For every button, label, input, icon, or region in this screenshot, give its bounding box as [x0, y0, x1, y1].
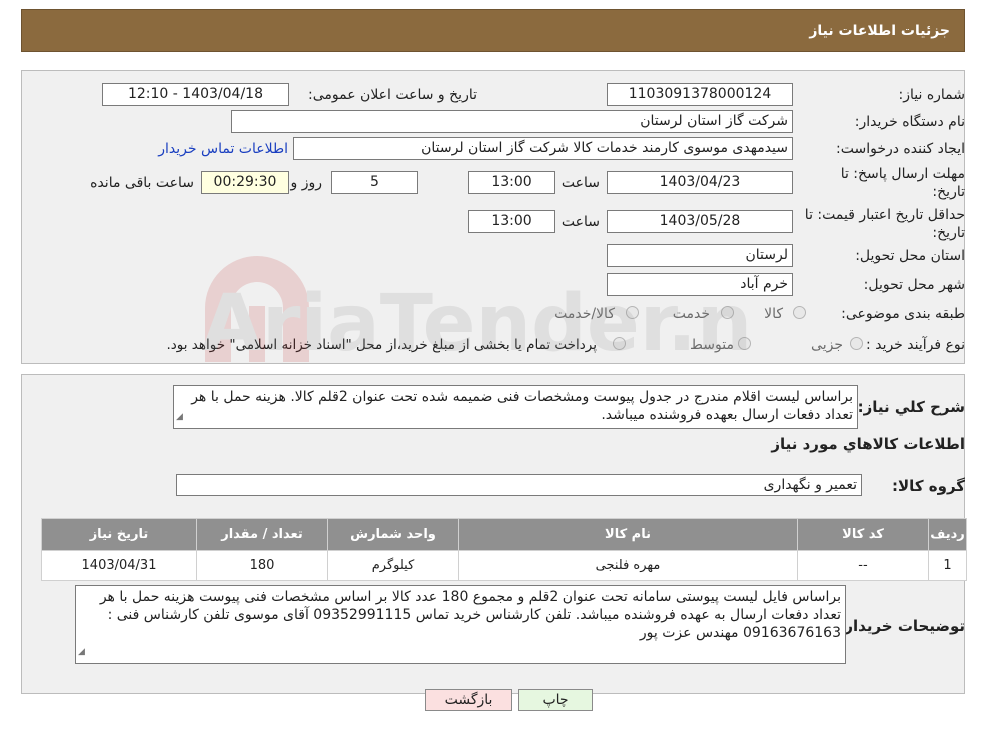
buyer-org-label: نام دستگاه خریدار: [854, 114, 965, 130]
page-title: جزئیات اطلاعات نیاز [809, 23, 950, 39]
province-field: لرستان [607, 244, 793, 267]
page-header: جزئیات اطلاعات نیاز [21, 9, 965, 52]
description-textarea[interactable]: براساس لیست اقلام مندرج در جدول پیوست وم… [173, 385, 858, 429]
buyer-notes-textarea[interactable]: براساس فایل لیست پیوستی سامانه تحت عنوان… [75, 585, 846, 664]
cell-date: 1403/04/31 [41, 550, 197, 581]
process-option-medium: متوسط [690, 337, 734, 353]
validity-label: حداقل تاریخ اعتبار قیمت: تا [804, 207, 965, 223]
category-option-goods: کالا [764, 306, 783, 322]
back-button[interactable]: بازگشت [425, 689, 512, 711]
process-radio-treasury[interactable] [613, 337, 626, 350]
goods-group-field: تعمیر و نگهداری [176, 474, 862, 496]
category-option-goods-service: کالا/خدمت [554, 306, 615, 322]
buyer-org-field: شرکت گاز استان لرستان [231, 110, 793, 133]
print-button[interactable]: چاپ [518, 689, 593, 711]
remaining-label: ساعت باقی مانده [90, 175, 194, 191]
category-radio-goods-service[interactable] [626, 306, 639, 319]
resize-grip-icon[interactable]: ◢ [78, 643, 85, 661]
col-code: کد کالا [797, 518, 929, 551]
deadline-date-field: 1403/04/23 [607, 171, 793, 194]
category-option-service: خدمت [672, 306, 710, 322]
days-label: روز و [290, 175, 323, 191]
process-radio-medium[interactable] [738, 337, 751, 350]
deadline-label-2: تاریخ: [932, 184, 965, 200]
validity-label-2: تاریخ: [932, 225, 965, 241]
col-name: نام کالا [458, 518, 798, 551]
description-text: براساس لیست اقلام مندرج در جدول پیوست وم… [191, 389, 853, 423]
validity-time-label: ساعت [561, 214, 600, 230]
col-index: رديف [928, 518, 967, 551]
col-qty: تعداد / مقدار [196, 518, 328, 551]
category-radio-goods[interactable] [793, 306, 806, 319]
need-number-label: شماره نیاز: [898, 87, 966, 103]
days-remaining-field: 5 [331, 171, 418, 194]
col-unit: واحد شمارش [327, 518, 459, 551]
goods-table-header: رديف کد کالا نام کالا واحد شمارش تعداد /… [41, 518, 967, 551]
announce-label: تاریخ و ساعت اعلان عمومی: [308, 87, 477, 103]
category-label: طبقه بندی موضوعی: [841, 306, 965, 322]
goods-group-label: گروه کالا: [892, 477, 965, 495]
cell-unit: کیلوگرم [327, 550, 459, 581]
deadline-label: مهلت ارسال پاسخ: تا [840, 166, 965, 182]
process-label: نوع فرآیند خرید : [866, 337, 965, 353]
deadline-time-field: 13:00 [468, 171, 555, 194]
buyer-contact-link[interactable]: اطلاعات تماس خریدار [158, 141, 288, 157]
description-label: شرح کلي نياز: [857, 398, 965, 416]
process-treasury-note: پرداخت تمام یا بخشی از مبلغ خرید،از محل … [166, 337, 597, 353]
validity-date-field: 1403/05/28 [607, 210, 793, 233]
resize-grip-icon[interactable]: ◢ [176, 408, 183, 426]
cell-name: مهره فلنجی [458, 550, 798, 581]
goods-section-title: اطلاعات کالاهاي مورد نياز [771, 435, 965, 453]
creator-label: ایجاد کننده درخواست: [836, 141, 965, 157]
col-date: تاریخ نیاز [41, 518, 197, 551]
cell-qty: 180 [196, 550, 328, 581]
cell-code: -- [797, 550, 929, 581]
creator-field: سیدمهدی موسوی کارمند خدمات کالا شرکت گاز… [293, 137, 793, 160]
goods-table: رديف کد کالا نام کالا واحد شمارش تعداد /… [41, 518, 967, 581]
remaining-time-field: 00:29:30 [201, 171, 289, 194]
process-radio-minor[interactable] [850, 337, 863, 350]
cell-index: 1 [928, 550, 967, 581]
validity-time-field: 13:00 [468, 210, 555, 233]
table-row: 1 -- مهره فلنجی کیلوگرم 180 1403/04/31 [41, 550, 967, 581]
need-number-field: 1103091378000124 [607, 83, 793, 106]
category-radio-service[interactable] [721, 306, 734, 319]
city-label: شهر محل تحویل: [863, 277, 965, 293]
province-label: استان محل تحویل: [855, 248, 965, 264]
city-field: خرم آباد [607, 273, 793, 296]
buyer-notes-label: توضیحات خریدار: [838, 617, 965, 635]
buyer-notes-text: براساس فایل لیست پیوستی سامانه تحت عنوان… [99, 589, 841, 641]
process-option-minor: جزیی [811, 337, 843, 353]
announce-datetime-field: 1403/04/18 - 12:10 [102, 83, 289, 106]
deadline-time-label: ساعت [561, 175, 600, 191]
